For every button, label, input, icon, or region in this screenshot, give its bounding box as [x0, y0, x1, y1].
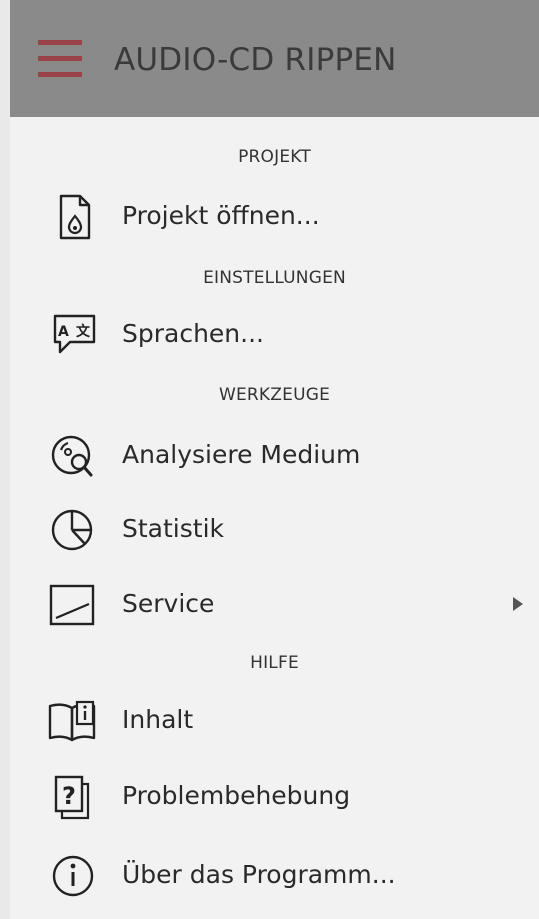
menu-item-analysiere-medium[interactable]: Analysiere Medium: [10, 425, 539, 485]
menu-item-label: Über das Programm...: [122, 860, 396, 889]
menu-item-ueber-das-programm[interactable]: Über das Programm...: [10, 845, 539, 905]
submenu-arrow-icon: [513, 597, 523, 611]
hamburger-bar: [38, 40, 82, 45]
menu-item-sprachen[interactable]: A 文 Sprachen...: [10, 304, 539, 364]
question-pages-icon: ?: [44, 774, 100, 820]
svg-text:A: A: [58, 324, 69, 340]
hamburger-menu-icon[interactable]: [38, 40, 82, 80]
open-project-document-icon: [44, 194, 100, 240]
menu-item-label: Projekt öffnen...: [122, 201, 320, 230]
menu-item-label: Inhalt: [122, 705, 194, 734]
header-bar: AUDIO-CD RIPPEN: [10, 0, 539, 117]
svg-text:文: 文: [76, 323, 91, 340]
hamburger-bar: [38, 56, 82, 61]
section-header-werkzeuge: WERKZEUGE: [218, 385, 331, 405]
menu-item-label: Problembehebung: [122, 781, 351, 810]
menu-item-label: Statistik: [122, 514, 224, 543]
section-header-hilfe: HILFE: [250, 653, 299, 673]
menu-item-inhalt[interactable]: Inhalt: [10, 690, 539, 750]
menu-item-problembehebung[interactable]: ? Problembehebung: [10, 766, 539, 826]
menu-item-projekt-oeffnen[interactable]: Projekt öffnen...: [10, 186, 539, 246]
menu-item-label: Sprachen...: [122, 319, 264, 348]
menu-item-label: Service: [122, 589, 215, 618]
svg-text:?: ?: [62, 782, 76, 810]
section-header-projekt: PROJEKT: [238, 147, 311, 167]
menu-item-label: Analysiere Medium: [122, 440, 361, 469]
language-speech-bubble-icon: A 文: [44, 312, 100, 358]
menu-item-service[interactable]: Service: [10, 574, 539, 634]
section-header-einstellungen: EINSTELLUNGEN: [203, 268, 346, 288]
pie-chart-icon: [44, 507, 100, 553]
menu-item-statistik[interactable]: Statistik: [10, 499, 539, 559]
service-box-icon: [44, 582, 100, 628]
book-info-icon: [44, 698, 100, 744]
info-circle-icon: [44, 853, 100, 899]
analyze-disc-magnifier-icon: [44, 433, 100, 479]
app-title: AUDIO-CD RIPPEN: [114, 42, 397, 78]
hamburger-bar: [38, 72, 82, 77]
app-menu-panel: AUDIO-CD RIPPEN PROJEKT Projekt öffnen..…: [10, 0, 539, 919]
